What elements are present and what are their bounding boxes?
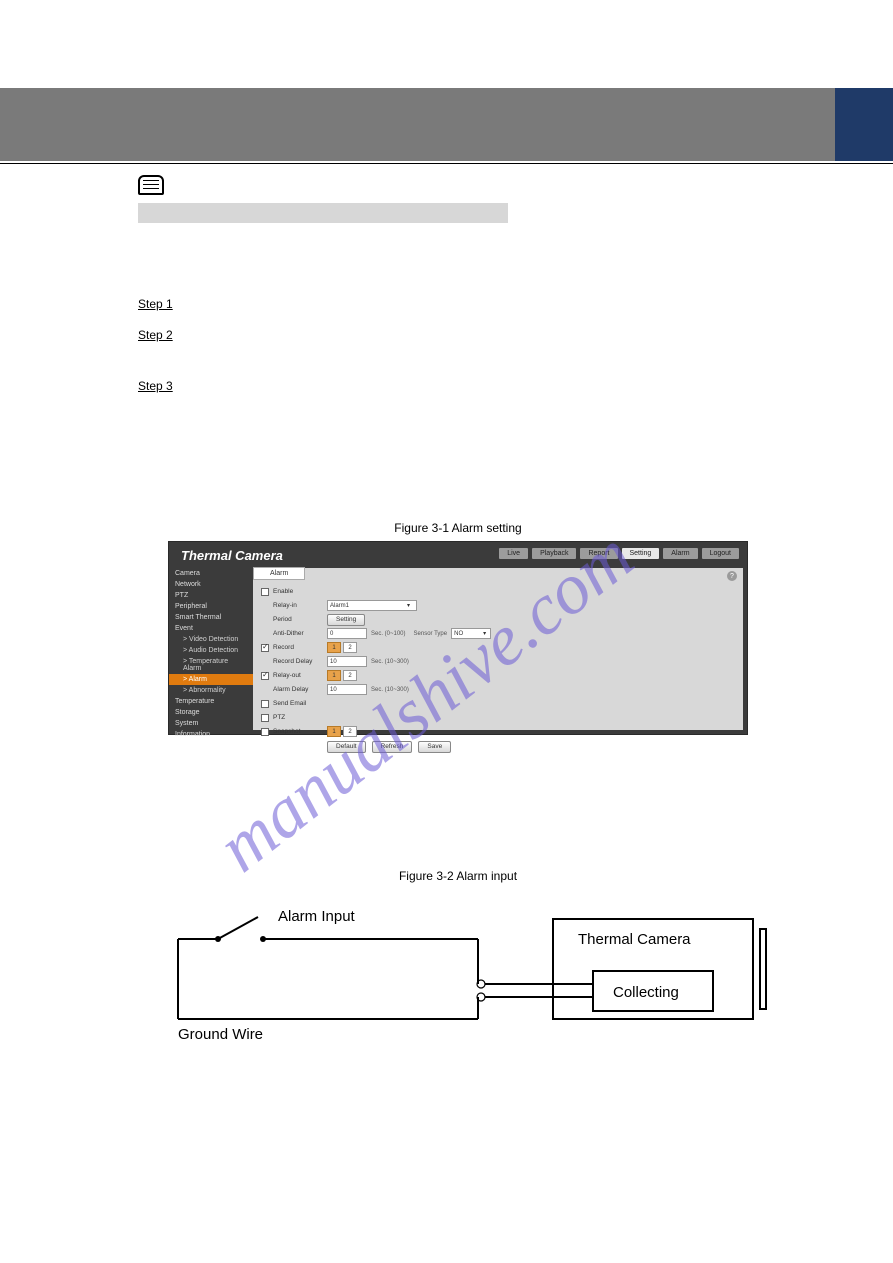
send-email-label: Send Email: [273, 700, 327, 707]
diagram-label-collecting: Collecting: [613, 984, 679, 1001]
figure-caption: Figure 3-2 Alarm input: [138, 869, 778, 883]
record-label: Record: [273, 644, 327, 651]
relay-out-channel-1[interactable]: 1: [327, 670, 341, 681]
record-channel-1[interactable]: 1: [327, 642, 341, 653]
record-delay-input[interactable]: 10: [327, 656, 367, 667]
tab-setting[interactable]: Setting: [622, 548, 660, 559]
diagram-label-ground-wire: Ground Wire: [178, 1026, 263, 1043]
sidebar-item-ptz[interactable]: PTZ: [169, 590, 253, 601]
app-title: Thermal Camera: [181, 548, 283, 563]
snapshot-channel-1[interactable]: 1: [327, 726, 341, 737]
sidebar-item-alarm[interactable]: > Alarm: [169, 674, 253, 685]
tab-live[interactable]: Live: [499, 548, 528, 559]
send-email-checkbox[interactable]: [261, 700, 269, 708]
anti-dither-input[interactable]: 0: [327, 628, 367, 639]
alarm-form: Enable Relay-in Alarm1 ▾ Period Setting …: [261, 586, 735, 755]
sensor-type-label: Sensor Type: [414, 631, 448, 637]
alarm-delay-label: Alarm Delay: [273, 686, 327, 693]
sidebar: Camera Network PTZ Peripheral Smart Ther…: [169, 568, 253, 734]
record-checkbox[interactable]: [261, 644, 269, 652]
tab-report[interactable]: Report: [580, 548, 617, 559]
sidebar-item-temperature[interactable]: Temperature: [169, 696, 253, 707]
sidebar-item-abnormality[interactable]: > Abnormality: [169, 685, 253, 696]
sidebar-item-peripheral[interactable]: Peripheral: [169, 601, 253, 612]
tab-logout[interactable]: Logout: [702, 548, 739, 559]
period-setting-button[interactable]: Setting: [327, 614, 365, 626]
record-delay-hint: Sec. (10~300): [371, 659, 409, 665]
enable-label: Enable: [273, 588, 327, 595]
anti-dither-label: Anti-Dither: [273, 630, 327, 637]
main-panel: Alarm ? Enable Relay-in Alarm1 ▾ Period …: [253, 568, 743, 730]
save-button[interactable]: Save: [418, 741, 451, 753]
header-rule: [0, 163, 893, 164]
relay-in-select[interactable]: Alarm1: [327, 600, 417, 611]
period-label: Period: [273, 616, 327, 623]
record-channel-2[interactable]: 2: [343, 642, 357, 653]
note-highlight-strip: [138, 203, 508, 223]
enable-checkbox[interactable]: [261, 588, 269, 596]
relay-out-channel-2[interactable]: 2: [343, 670, 357, 681]
sidebar-item-event[interactable]: Event: [169, 623, 253, 634]
step-label: Step 2: [138, 324, 194, 347]
sidebar-item-video-detection[interactable]: > Video Detection: [169, 634, 253, 645]
diagram-label-alarm-input: Alarm Input: [278, 908, 356, 925]
help-icon[interactable]: ?: [727, 571, 737, 581]
tab-alarm[interactable]: Alarm: [663, 548, 697, 559]
snapshot-label: Snapshot: [273, 728, 327, 735]
refresh-button[interactable]: Refresh: [372, 741, 413, 753]
alarm-setting-screenshot: Thermal Camera Live Playback Report Sett…: [168, 541, 748, 735]
relay-in-label: Relay-in: [273, 602, 327, 609]
sidebar-item-information[interactable]: Information: [169, 729, 253, 740]
header-banner-main: [0, 88, 835, 161]
ptz-checkbox[interactable]: [261, 714, 269, 722]
diagram-label-thermal-camera: Thermal Camera: [578, 931, 691, 948]
record-delay-label: Record Delay: [273, 658, 327, 665]
figure-caption: Figure 3-1 Alarm setting: [138, 521, 778, 535]
alarm-delay-hint: Sec. (10~300): [371, 687, 409, 693]
default-button[interactable]: Default: [327, 741, 366, 753]
step-label: Step 1: [138, 293, 194, 316]
header-banner: [0, 88, 893, 161]
top-tabs: Live Playback Report Setting Alarm Logou…: [499, 548, 739, 559]
snapshot-checkbox[interactable]: [261, 728, 269, 736]
sidebar-item-audio-detection[interactable]: > Audio Detection: [169, 645, 253, 656]
panel-tab-alarm[interactable]: Alarm: [253, 567, 305, 580]
note-icon: [138, 175, 164, 195]
chevron-down-icon: ▾: [483, 630, 486, 637]
anti-dither-hint: Sec. (0~100): [371, 631, 406, 637]
snapshot-channel-2[interactable]: 2: [343, 726, 357, 737]
sidebar-item-network[interactable]: Network: [169, 579, 253, 590]
alarm-delay-input[interactable]: 10: [327, 684, 367, 695]
sidebar-item-system[interactable]: System: [169, 718, 253, 729]
sidebar-item-smart-thermal[interactable]: Smart Thermal: [169, 612, 253, 623]
chevron-down-icon: ▾: [407, 602, 410, 609]
alarm-input-diagram: Alarm Input Ground Wire Thermal Camera C…: [148, 889, 768, 1049]
tab-playback[interactable]: Playback: [532, 548, 576, 559]
sidebar-item-camera[interactable]: Camera: [169, 568, 253, 579]
relay-out-checkbox[interactable]: [261, 672, 269, 680]
sidebar-item-temperature-alarm[interactable]: > Temperature Alarm: [169, 656, 253, 674]
relay-out-label: Relay-out: [273, 672, 327, 679]
sidebar-item-storage[interactable]: Storage: [169, 707, 253, 718]
step-label: Step 3: [138, 375, 194, 398]
header-banner-accent: [835, 88, 893, 161]
ptz-label: PTZ: [273, 714, 327, 721]
